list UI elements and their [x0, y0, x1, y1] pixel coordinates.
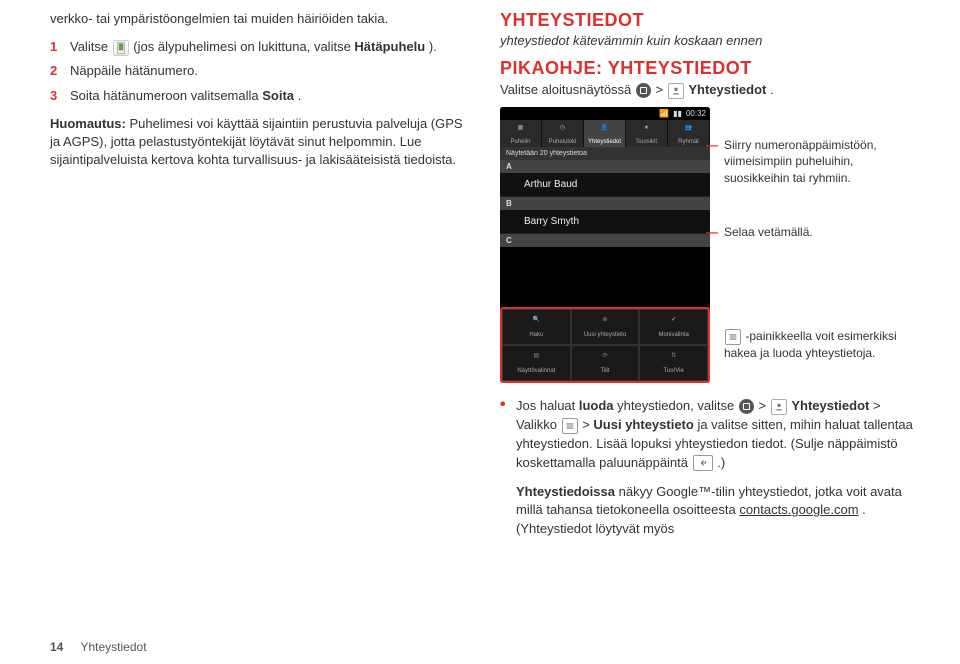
display-icon: ▤	[529, 352, 543, 366]
accounts-icon: ⟳	[598, 352, 612, 366]
options-menu: 🔍Haku ⊕Uusi yhteystieto ✔Monivalinta ▤Nä…	[500, 307, 710, 383]
section-heading-quickguide: PIKAOHJE: YHTEYSTIEDOT	[500, 58, 920, 79]
contacts-google-link[interactable]: contacts.google.com	[739, 502, 858, 517]
menu-key-icon	[562, 418, 578, 434]
left-column: verkko- tai ympäristöongelmien tai muide…	[50, 10, 470, 549]
emergency-steps: 1 Valitse (jos älypuhelimesi on lukittun…	[50, 38, 470, 105]
search-icon: 🔍	[529, 316, 543, 330]
tab-favorites[interactable]: ★Suosikit	[626, 120, 668, 147]
contact-count-banner: Näytetään 20 yhteystietoa	[500, 147, 710, 160]
apps-icon	[739, 399, 754, 414]
menu-multiselect[interactable]: ✔Monivalinta	[639, 309, 708, 345]
phone-tabs: ▦Puhelin ◷Puheluloki 👤Yhteystiedot ★Suos…	[500, 120, 710, 147]
status-bar: 📶 ▮▮ 00:32	[500, 107, 710, 120]
menu-new-contact[interactable]: ⊕Uusi yhteystieto	[571, 309, 640, 345]
quickguide-intro: Valitse aloitusnäytössä > Yhteystiedot .	[500, 81, 920, 99]
signal-icon: 📶	[659, 109, 669, 118]
plus-icon: ⊕	[598, 316, 612, 330]
star-icon: ★	[640, 124, 654, 138]
back-key-icon	[693, 455, 713, 471]
contact-row-a[interactable]: Arthur Baud	[500, 173, 710, 197]
intro-text: verkko- tai ympäristöongelmien tai muide…	[50, 10, 470, 28]
step-3: 3 Soita hätänumeroon valitsemalla Soita …	[50, 87, 470, 105]
contacts-icon	[771, 399, 787, 415]
menu-accounts[interactable]: ⟳Tilit	[571, 345, 640, 381]
section-c: C	[500, 234, 710, 247]
section-b: B	[500, 197, 710, 210]
callout-scroll: — Selaa vetämällä.	[724, 224, 904, 240]
tab-phone[interactable]: ▦Puhelin	[500, 120, 542, 147]
group-icon: 👥	[682, 124, 696, 138]
callout-menu: -painikkeella voit esimerkiksi hakea ja …	[724, 328, 904, 361]
menu-import-export[interactable]: ⇅Tuo/Vie	[639, 345, 708, 381]
phone-icon	[113, 40, 129, 56]
contact-list-empty	[500, 247, 710, 307]
dialpad-icon: ▦	[514, 124, 528, 138]
tip-create-contact: • Jos haluat luoda yhteystiedon, valitse…	[500, 397, 920, 472]
clock-text: 00:32	[686, 109, 706, 118]
contacts-icon	[668, 83, 684, 99]
menu-display-options[interactable]: ▤Näyttövalinnat	[502, 345, 571, 381]
footer-section: Yhteystiedot	[80, 640, 146, 654]
menu-search[interactable]: 🔍Haku	[502, 309, 571, 345]
tip-google-contacts: • Yhteystiedoissa näkyy Google™-tilin yh…	[500, 483, 920, 540]
apps-icon	[636, 83, 651, 98]
callout-line-icon: —	[706, 224, 718, 240]
check-icon: ✔	[667, 316, 681, 330]
menu-key-icon	[725, 329, 741, 345]
contact-row-b[interactable]: Barry Smyth	[500, 210, 710, 234]
tips-list: • Jos haluat luoda yhteystiedon, valitse…	[500, 397, 920, 539]
tab-calllog[interactable]: ◷Puheluloki	[542, 120, 584, 147]
section-heading-contacts: YHTEYSTIEDOT	[500, 10, 920, 31]
tab-groups[interactable]: 👥Ryhmät	[668, 120, 710, 147]
phone-mock: 📶 ▮▮ 00:32 ▦Puhelin ◷Puheluloki 👤Yhteyst…	[500, 107, 710, 383]
note-paragraph: Huomautus: Puhelimesi voi käyttää sijain…	[50, 115, 470, 170]
callout-line-icon: —	[706, 137, 718, 153]
page-number: 14	[50, 640, 63, 654]
step-1: 1 Valitse (jos älypuhelimesi on lukittun…	[50, 38, 470, 56]
network-icon: ▮▮	[673, 109, 682, 118]
step-2: 2 Näppäile hätänumero.	[50, 62, 470, 80]
clock-icon: ◷	[556, 124, 570, 138]
person-icon: 👤	[598, 124, 612, 138]
page-footer: 14 Yhteystiedot	[50, 640, 147, 654]
right-column: YHTEYSTIEDOT yhteystiedot kätevämmin kui…	[500, 10, 920, 549]
section-subtitle: yhteystiedot kätevämmin kuin koskaan enn…	[500, 33, 920, 48]
import-export-icon: ⇅	[667, 352, 681, 366]
callout-tabs: — Siirry numeronäppäimistöön, viimeisimp…	[724, 137, 904, 186]
tab-contacts[interactable]: 👤Yhteystiedot	[584, 120, 626, 147]
section-a: A	[500, 160, 710, 173]
